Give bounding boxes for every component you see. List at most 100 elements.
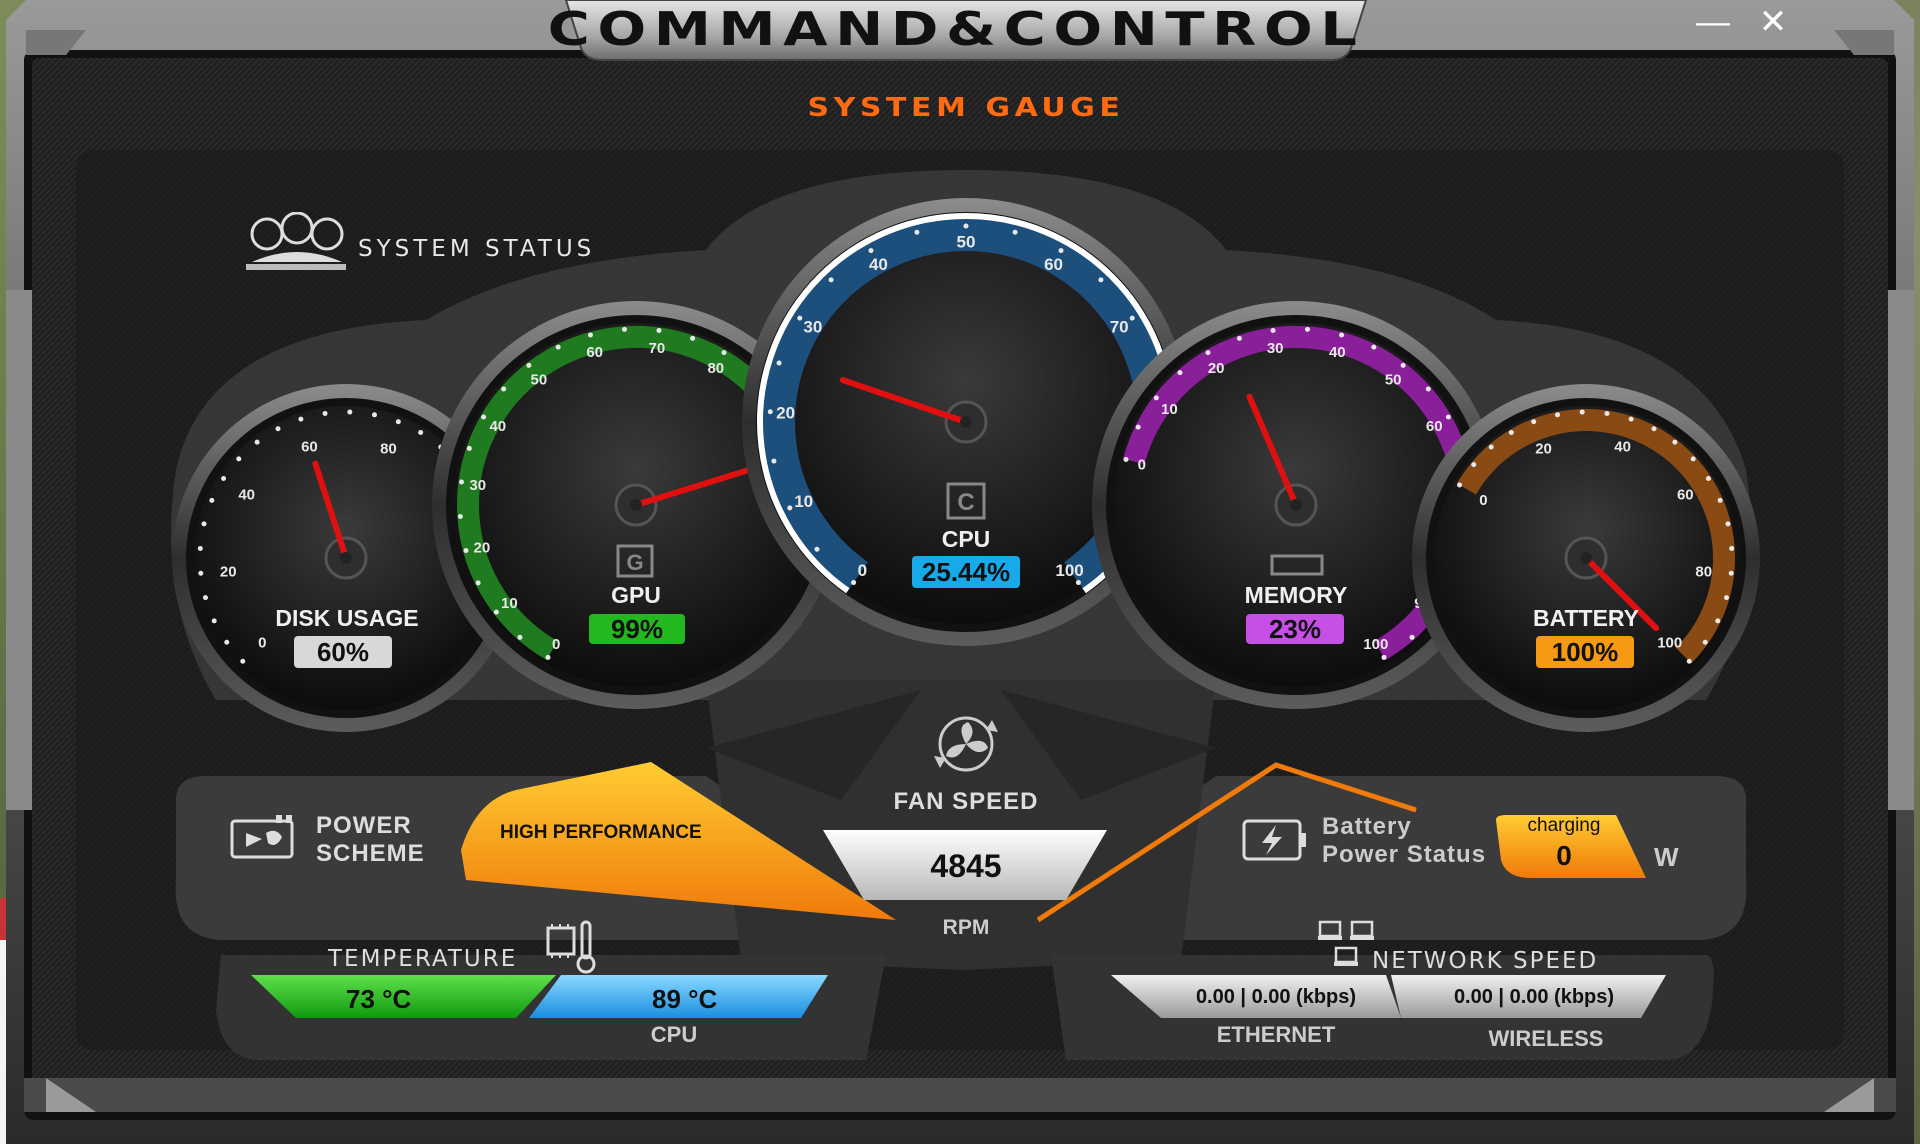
ethernet-speed-value: 0.00 | 0.00 (kbps) — [1195, 986, 1357, 1008]
network-computers-icon — [1318, 918, 1378, 974]
gpu-tick-dot — [621, 326, 627, 332]
cpu-tick-label: 100 — [1055, 561, 1083, 580]
cpu-tick-dot — [1098, 277, 1104, 283]
command-control-window: 0204060801000102030405060708090100010203… — [6, 0, 1914, 1144]
battery-charge-icon — [1240, 815, 1310, 865]
gpu-tick-label: 60 — [586, 344, 603, 361]
memory-tick-dot — [1236, 335, 1242, 341]
cpu-tick-dot — [1129, 315, 1135, 321]
battery-tick-dot — [1508, 430, 1514, 436]
battery-tick-dot — [1555, 412, 1561, 418]
battery-tick-dot — [1672, 439, 1678, 445]
memory-tick-dot — [1425, 386, 1431, 392]
cpu-tick-label: 60 — [1044, 255, 1063, 274]
battery-charging-status: charging — [1527, 815, 1601, 836]
cpu-chip-letter: C — [957, 489, 974, 516]
cpu-tick-dot — [1012, 229, 1018, 235]
ethernet-label: ETHERNET — [1216, 1022, 1336, 1047]
battery-tick-dot — [1702, 639, 1708, 645]
disk-tick-dot — [198, 570, 204, 576]
memory-tick-dot — [1381, 654, 1387, 660]
cpu-value: 25.44% — [912, 556, 1020, 588]
memory-tick-dot — [1205, 350, 1211, 356]
temperature-label: TEMPERATURE — [328, 946, 518, 972]
disk-tick-dot — [371, 412, 377, 418]
gpu-tick-label: 40 — [489, 418, 506, 435]
memory-tick-label: 60 — [1426, 418, 1443, 435]
window-subtitle: SYSTEM GAUGE — [807, 93, 1125, 123]
battery-tick-dot — [1531, 419, 1537, 425]
gpu-tick-label: 0 — [552, 636, 560, 653]
battery-tick-dot — [1488, 444, 1494, 450]
memory-label: MEMORY — [1244, 582, 1348, 608]
system-status-label: SYSTEM STATUS — [358, 236, 596, 262]
battery-tick-dot — [1471, 462, 1477, 468]
disk-tick-dot — [395, 419, 401, 425]
battery-tick-label: 80 — [1695, 563, 1712, 580]
battery-tick-dot — [1690, 456, 1696, 462]
battery-label: BATTERY — [1532, 605, 1640, 631]
cpu-tick-dot — [963, 223, 969, 229]
cpu-tick-dot — [828, 277, 834, 283]
cpu-tick-dot — [914, 229, 920, 235]
disk-tick-dot — [298, 416, 304, 422]
close-button[interactable]: ✕ — [1748, 2, 1798, 42]
cpu-tick-dot — [1075, 580, 1081, 586]
cpu-tick-dot — [868, 248, 874, 254]
memory-tick-label: 10 — [1161, 401, 1178, 418]
power-scheme-label-2: SCHEME — [316, 840, 425, 867]
cpu-temp-number: 89 — [652, 984, 681, 1014]
gpu-label: GPU — [611, 582, 661, 608]
memory-tick-dot — [1409, 634, 1415, 640]
battery-tick-dot — [1686, 658, 1692, 664]
disk-tick-dot — [418, 430, 424, 436]
fan-icon — [926, 706, 1006, 780]
disk-tick-label: 20 — [220, 563, 237, 580]
gpu-temp-unit: °C — [382, 984, 412, 1014]
cpu-tick-dot — [851, 580, 857, 586]
gpu-tick-label: 10 — [501, 595, 518, 612]
gpu-tick-dot — [493, 609, 499, 615]
memory-tick-label: 30 — [1267, 340, 1284, 357]
memory-tick-dot — [1153, 395, 1159, 401]
memory-tick-dot — [1270, 328, 1276, 334]
battery-tick-dot — [1604, 411, 1610, 417]
memory-tick-dot — [1339, 332, 1345, 338]
cpu-tick-label: 20 — [776, 404, 795, 423]
memory-tick-dot — [1445, 414, 1451, 420]
memory-tick-label: 50 — [1385, 371, 1402, 388]
memory-tick-dot — [1177, 370, 1183, 376]
disk-tick-label: 60 — [301, 438, 318, 455]
minimize-button[interactable]: — — [1688, 2, 1738, 42]
cpu-tick-dot — [767, 409, 773, 415]
battery-tick-label: 0 — [1479, 492, 1487, 509]
cpu-tick-label: 50 — [957, 232, 976, 251]
cpu-tick-label: 30 — [803, 317, 822, 336]
fan-speed-label: FAN SPEED — [893, 788, 1039, 815]
gpu-tick-dot — [501, 386, 507, 392]
gpu-tick-dot — [587, 332, 593, 338]
gpu-temperature-value: 73 °C — [346, 984, 411, 1015]
battery-tick-dot — [1729, 545, 1735, 551]
battery-tick-dot — [1457, 482, 1463, 488]
battery-tick-dot — [1728, 570, 1734, 576]
cpu-tick-dot — [814, 546, 820, 552]
memory-tick-dot — [1123, 456, 1129, 462]
gpu-tick-dot — [555, 344, 561, 350]
cpu-temp-unit: °C — [688, 984, 718, 1014]
memory-tick-label: 40 — [1329, 344, 1346, 361]
disk-tick-dot — [224, 639, 230, 645]
cpu-tick-label: 70 — [1110, 317, 1129, 336]
battery-tick-dot — [1705, 475, 1711, 481]
power-scheme-value[interactable]: HIGH PERFORMANCE — [500, 822, 702, 844]
gpu-tick-dot — [656, 328, 662, 334]
disk-tick-dot — [240, 658, 246, 664]
wireless-speed-value: 0.00 | 0.00 (kbps) — [1453, 986, 1615, 1008]
cpu-tick-dot — [1058, 248, 1064, 254]
gpu-chip-letter: G — [626, 550, 643, 575]
memory-tick-label: 0 — [1138, 457, 1146, 474]
battery-power-value: 0 — [1556, 840, 1572, 871]
window-title: COMMAND&CONTROL — [547, 2, 1365, 56]
battery-tick-dot — [1715, 618, 1721, 624]
disk-tick-dot — [202, 595, 208, 601]
